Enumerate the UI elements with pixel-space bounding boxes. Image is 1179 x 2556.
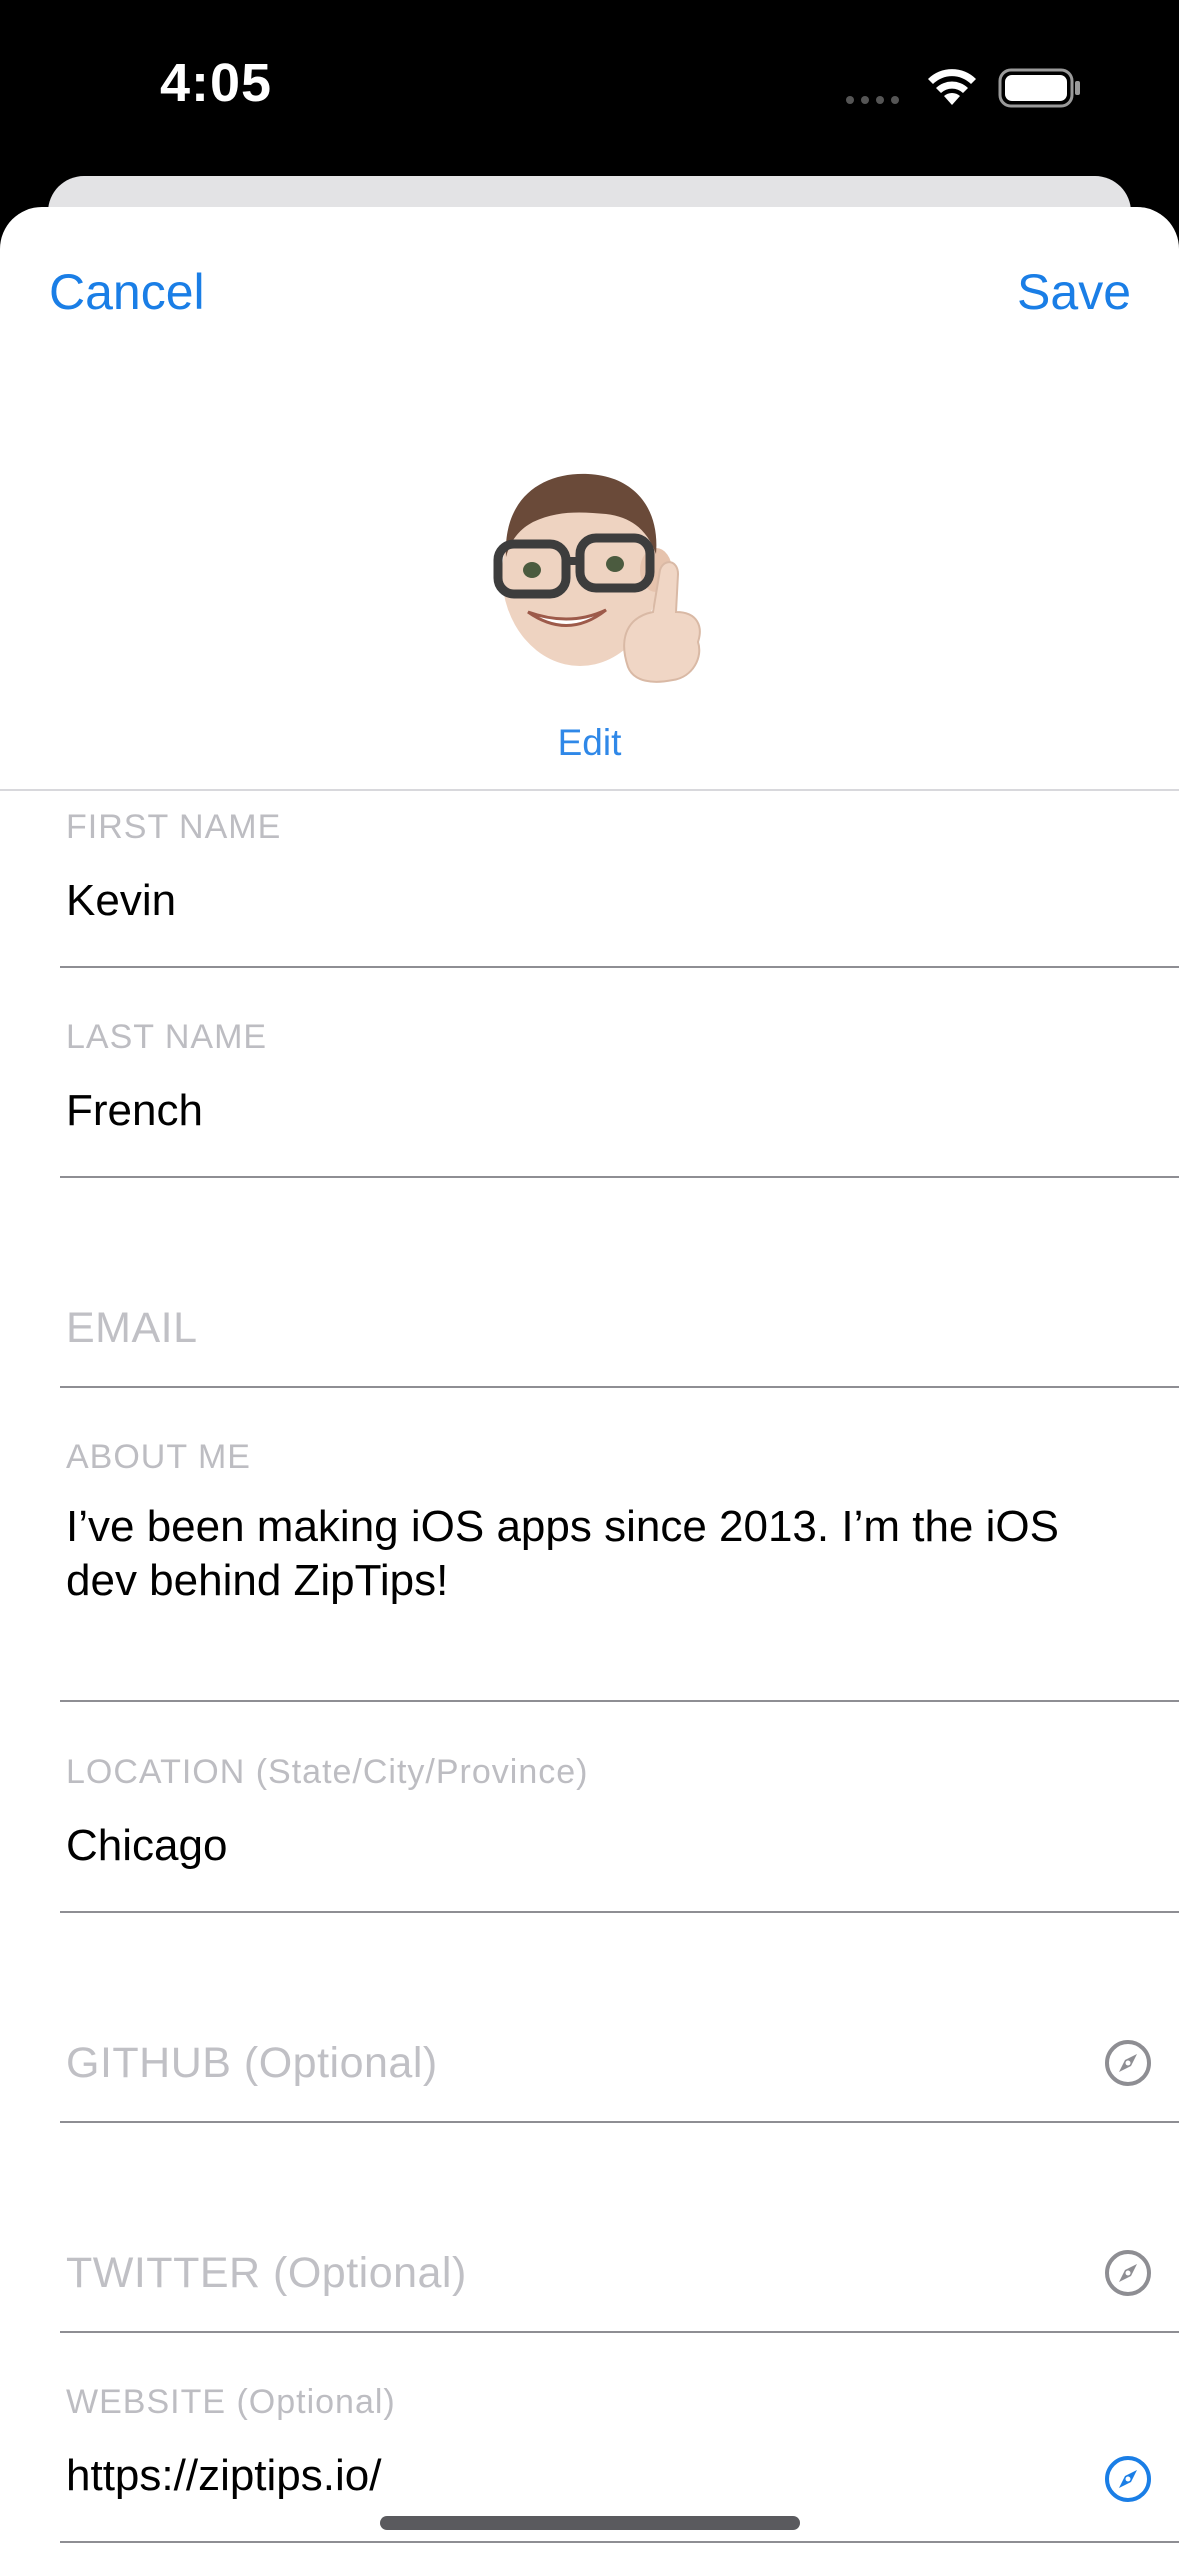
website-underline xyxy=(60,2541,1179,2543)
about-me-underline xyxy=(60,1700,1179,1702)
location-value: Chicago xyxy=(66,1821,228,1870)
first-name-field[interactable]: FIRST NAME Kevin xyxy=(0,792,1179,1002)
location-field[interactable]: LOCATION (State/City/Province) Chicago xyxy=(0,1737,1179,1947)
github-underline xyxy=(60,2121,1179,2123)
twitter-compass-icon[interactable] xyxy=(1103,2248,1153,2298)
edit-profile-sheet: Cancel Save Edit FIRST NAME Kevin LAST N… xyxy=(0,207,1179,2556)
twitter-underline xyxy=(60,2331,1179,2333)
first-name-label: FIRST NAME xyxy=(66,808,282,846)
website-compass-icon[interactable] xyxy=(1103,2454,1153,2504)
about-me-value: I’ve been making iOS apps since 2013. I’… xyxy=(66,1502,1059,1605)
status-time: 4:05 xyxy=(160,53,273,113)
battery-icon xyxy=(998,68,1080,108)
avatar[interactable] xyxy=(488,462,708,692)
github-placeholder: GITHUB (Optional) xyxy=(66,2039,438,2087)
github-compass-icon[interactable] xyxy=(1103,2038,1153,2088)
github-field[interactable]: GITHUB (Optional) xyxy=(0,1947,1179,2157)
cancel-button[interactable]: Cancel xyxy=(49,263,205,321)
email-placeholder: EMAIL xyxy=(66,1304,198,1352)
twitter-placeholder: TWITTER (Optional) xyxy=(66,2249,467,2297)
first-name-underline xyxy=(60,966,1179,968)
save-button[interactable]: Save xyxy=(1017,263,1131,321)
location-underline xyxy=(60,1911,1179,1913)
website-value: https://ziptips.io/ xyxy=(66,2451,382,2500)
first-name-value: Kevin xyxy=(66,876,177,925)
twitter-field[interactable]: TWITTER (Optional) xyxy=(0,2157,1179,2367)
about-me-field[interactable]: ABOUT ME I’ve been making iOS apps since… xyxy=(0,1422,1179,1742)
home-indicator[interactable] xyxy=(380,2516,800,2530)
email-underline xyxy=(60,1386,1179,1388)
wifi-icon xyxy=(928,69,976,105)
last-name-underline xyxy=(60,1176,1179,1178)
status-bar: 4:05 xyxy=(0,0,1179,175)
edit-avatar-link[interactable]: Edit xyxy=(0,722,1179,764)
last-name-value: French xyxy=(66,1086,203,1135)
location-label: LOCATION (State/City/Province) xyxy=(66,1753,589,1791)
last-name-label: LAST NAME xyxy=(66,1018,268,1056)
cellular-signal-icon xyxy=(846,96,899,104)
last-name-field[interactable]: LAST NAME French xyxy=(0,1002,1179,1212)
about-me-label: ABOUT ME xyxy=(66,1438,251,1476)
website-label: WEBSITE (Optional) xyxy=(66,2383,396,2421)
email-field[interactable]: EMAIL xyxy=(0,1212,1179,1422)
header-divider xyxy=(0,789,1179,791)
